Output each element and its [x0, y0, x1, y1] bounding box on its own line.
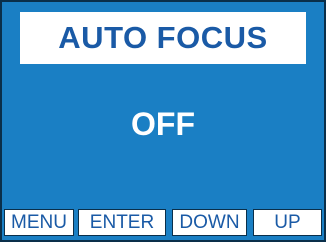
menu-title: AUTO FOCUS [58, 20, 268, 55]
menu-button[interactable]: MENU [4, 209, 74, 236]
up-button[interactable]: UP [253, 209, 322, 236]
menu-screen: AUTO FOCUS OFF MENU ENTER DOWN UP [0, 0, 326, 242]
enter-button[interactable]: ENTER [78, 209, 166, 236]
softkey-bar: MENU ENTER DOWN UP [2, 209, 324, 240]
title-box: AUTO FOCUS [20, 12, 306, 64]
down-button[interactable]: DOWN [172, 209, 247, 236]
setting-value: OFF [131, 106, 195, 142]
